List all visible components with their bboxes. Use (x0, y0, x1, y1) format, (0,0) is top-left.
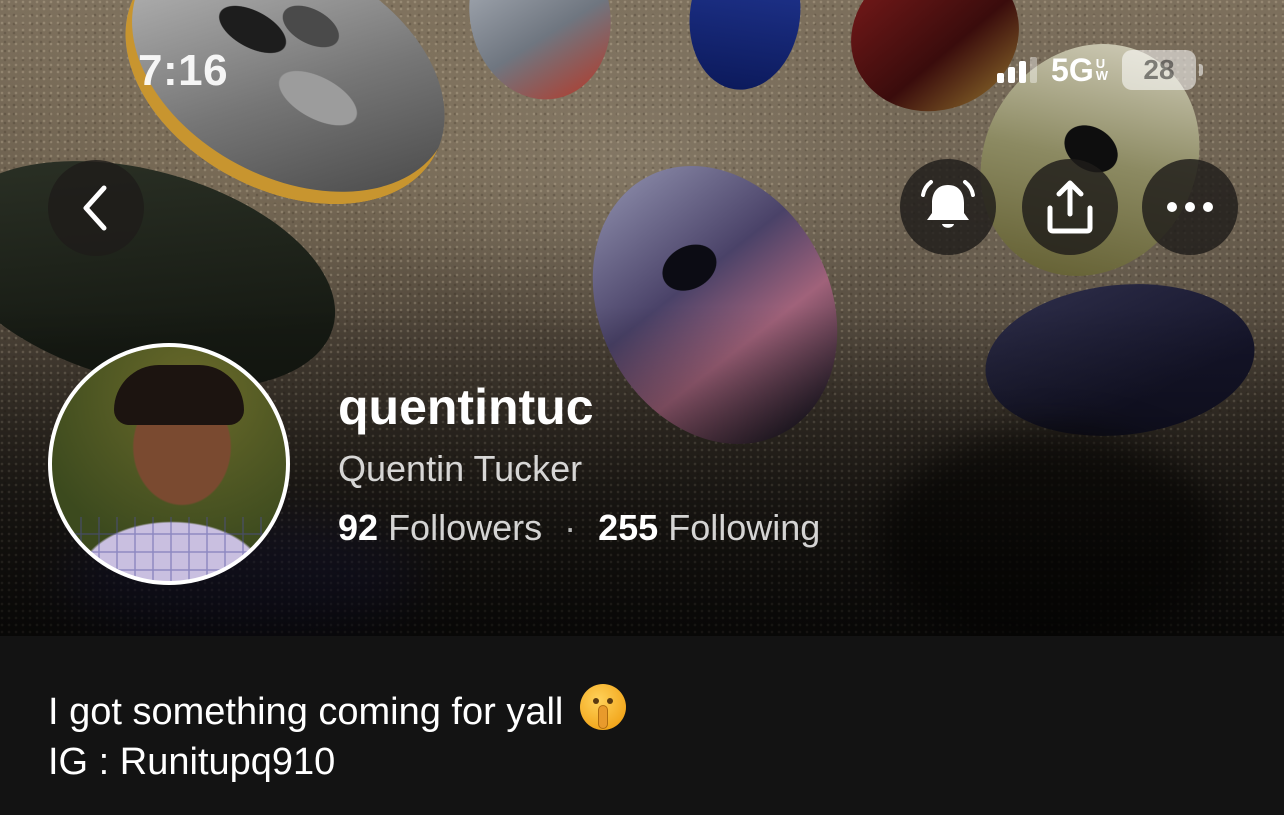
bio-line: I got something coming for yall (48, 684, 1244, 737)
more-icon (1167, 202, 1213, 212)
shushing-face-icon (579, 684, 626, 730)
following-count: 255 (598, 507, 659, 548)
username: quentintuc (338, 379, 594, 435)
network-label: 5G (1051, 51, 1094, 88)
stats-separator: · (564, 507, 577, 548)
network-sub-bottom: W (1095, 68, 1108, 83)
battery-level: 28 (1143, 54, 1175, 85)
share-icon (1047, 180, 1093, 234)
share-button[interactable] (1022, 159, 1118, 255)
bio-line-1: I got something coming for yall (48, 691, 564, 733)
network-sub: U W (1095, 57, 1108, 83)
network-indicator: 5G U W (1051, 52, 1108, 89)
followers-link[interactable]: 92 Followers (338, 507, 552, 548)
more-button[interactable] (1142, 159, 1238, 255)
battery-icon: 28 (1122, 50, 1203, 90)
avatar-shirt (62, 517, 282, 581)
display-name: Quentin Tucker (338, 448, 583, 489)
chevron-left-icon (83, 185, 107, 231)
avatar[interactable] (48, 343, 290, 585)
bio: I got something coming for yall IG : Run… (48, 684, 1244, 787)
bell-icon (921, 180, 975, 228)
follow-stats: 92 Followers · 255 Following (338, 507, 820, 549)
followers-count: 92 (338, 507, 379, 548)
following-label: Following (668, 507, 821, 548)
back-button[interactable] (48, 160, 144, 256)
bio-line-2: IG : Runitupq910 (48, 741, 336, 783)
status-indicators: 5G U W 28 (997, 50, 1203, 90)
avatar-hair (114, 365, 244, 425)
signal-icon (997, 57, 1038, 83)
following-link[interactable]: 255 Following (598, 507, 820, 548)
banner-blur (880, 430, 1220, 636)
status-time: 7:16 (138, 46, 229, 95)
notifications-button[interactable] (900, 159, 996, 255)
followers-label: Followers (388, 507, 543, 548)
